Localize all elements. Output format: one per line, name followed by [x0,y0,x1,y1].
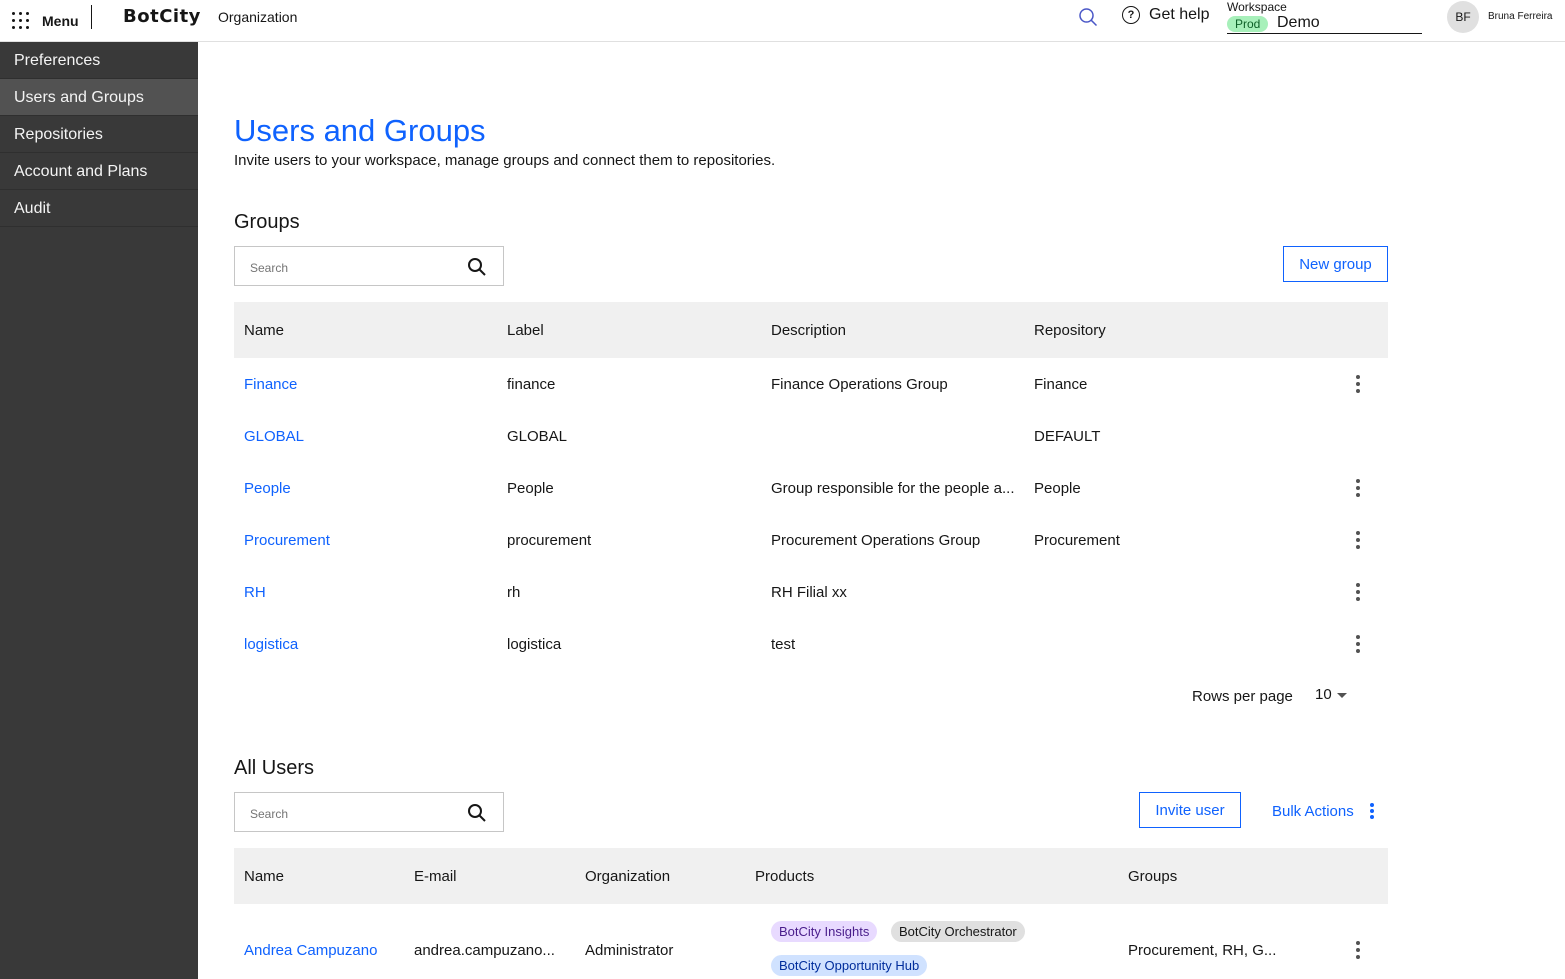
table-row: GLOBAL GLOBAL DEFAULT [234,410,1388,462]
menu-button[interactable]: Menu [12,7,79,35]
menu-label: Menu [42,13,79,29]
rows-per-page-label: Rows per page [1192,688,1293,705]
sidebar-item-repositories[interactable]: Repositories [0,116,198,153]
overflow-menu-icon[interactable] [1354,531,1362,549]
column-header[interactable]: E-mail [414,868,457,885]
table-row: Procurement procurement Procurement Oper… [234,514,1388,566]
users-search [234,792,504,832]
users-search-input[interactable] [248,806,452,822]
user-name-link[interactable]: Andrea Campuzano [244,942,377,959]
chevron-down-icon[interactable] [1337,693,1347,698]
group-repository: DEFAULT [1034,428,1101,445]
users-title: All Users [234,757,315,779]
overflow-menu-icon [1369,803,1374,819]
group-label: People [507,480,554,497]
group-description: test [771,636,796,653]
user-organization: Administrator [585,942,674,959]
table-row: RH rh RH Filial xx [234,566,1388,618]
page-description: Invite users to your workspace, manage g… [234,152,776,169]
group-name-link[interactable]: Procurement [244,532,330,549]
column-header[interactable]: Name [244,868,284,885]
group-description: Finance Operations Group [771,376,948,393]
overflow-menu-icon[interactable] [1354,375,1362,393]
botcity-logo[interactable]: BotCity [123,6,201,27]
sidebar-item-audit[interactable]: Audit [0,190,198,227]
new-group-button[interactable]: New group [1283,246,1388,282]
group-label: logistica [507,636,562,653]
overflow-menu-icon[interactable] [1354,941,1362,959]
rows-per-page-select[interactable]: 10 [1315,686,1332,703]
column-header[interactable]: Products [755,868,814,885]
group-name-link[interactable]: RH [244,584,266,601]
group-label: procurement [507,532,592,549]
get-help-label: Get help [1149,6,1210,23]
column-header[interactable]: Groups [1128,868,1177,885]
section-label: Organization [218,9,298,25]
workspace-selector[interactable]: Workspace Prod Demo [1227,0,1422,34]
group-description: Group responsible for the people a... [771,480,1015,497]
help-icon: ? [1122,6,1140,24]
table-row: Finance finance Finance Operations Group… [234,358,1388,410]
workspace-env-badge: Prod [1227,16,1269,32]
group-label: finance [507,376,556,393]
group-repository: Procurement [1034,532,1120,549]
groups-title: Groups [234,211,300,233]
get-help-button[interactable]: ? Get help [1122,6,1209,24]
column-header[interactable]: Name [244,322,284,339]
column-header[interactable]: Repository [1034,322,1106,339]
group-label: rh [507,584,521,601]
app-grid-icon [12,12,30,30]
groups-search-input[interactable] [248,260,452,276]
product-tag: BotCity Orchestrator [891,921,1025,942]
invite-user-button[interactable]: Invite user [1139,792,1241,828]
table-row: Andrea Campuzano andrea.campuzano... Adm… [234,904,1388,979]
workspace-name: Demo [1277,14,1320,31]
menu-divider [91,5,92,29]
search-icon[interactable] [467,803,487,823]
user-email: andrea.campuzano... [414,942,555,959]
sidebar-item-preferences[interactable]: Preferences [0,42,198,79]
sidebar-item-users-and-groups[interactable]: Users and Groups [0,79,198,116]
bulk-actions-button[interactable]: Bulk Actions [1272,802,1376,820]
group-name-link[interactable]: GLOBAL [244,428,304,445]
column-header[interactable]: Description [771,322,846,339]
product-tag: BotCity Opportunity Hub [771,955,928,976]
table-row: logistica logistica test [234,618,1388,670]
overflow-menu-icon[interactable] [1354,583,1362,601]
groups-search [234,246,504,286]
search-icon[interactable] [467,257,487,277]
groups-table-header: Name Label Description Repository [234,302,1388,358]
column-header[interactable]: Organization [585,868,670,885]
avatar[interactable]: BF [1447,1,1479,33]
top-bar: Menu BotCity Organization ? Get help Wor… [0,0,1565,42]
page-title: Users and Groups [234,113,486,148]
table-row: People People Group responsible for the … [234,462,1388,514]
group-description: Procurement Operations Group [771,532,981,549]
workspace-label: Workspace [1227,0,1287,14]
group-name-link[interactable]: logistica [244,636,298,653]
sidebar-item-account-and-plans[interactable]: Account and Plans [0,153,198,190]
bulk-actions-label: Bulk Actions [1272,802,1354,820]
user-groups: Procurement, RH, G... [1128,942,1277,959]
group-repository: Finance [1034,376,1088,393]
search-icon[interactable] [1078,7,1098,27]
column-header[interactable]: Label [507,322,544,339]
group-name-link[interactable]: Finance [244,376,297,393]
group-description: RH Filial xx [771,584,847,601]
group-label: GLOBAL [507,428,568,445]
user-name: Bruna Ferreira [1488,11,1553,22]
group-name-link[interactable]: People [244,480,291,497]
sidebar: Preferences Users and Groups Repositorie… [0,42,198,979]
overflow-menu-icon[interactable] [1354,635,1362,653]
product-tag: BotCity Insights [771,921,878,942]
group-repository: People [1034,480,1081,497]
overflow-menu-icon[interactable] [1354,479,1362,497]
users-table-header: Name E-mail Organization Products Groups [234,848,1388,904]
